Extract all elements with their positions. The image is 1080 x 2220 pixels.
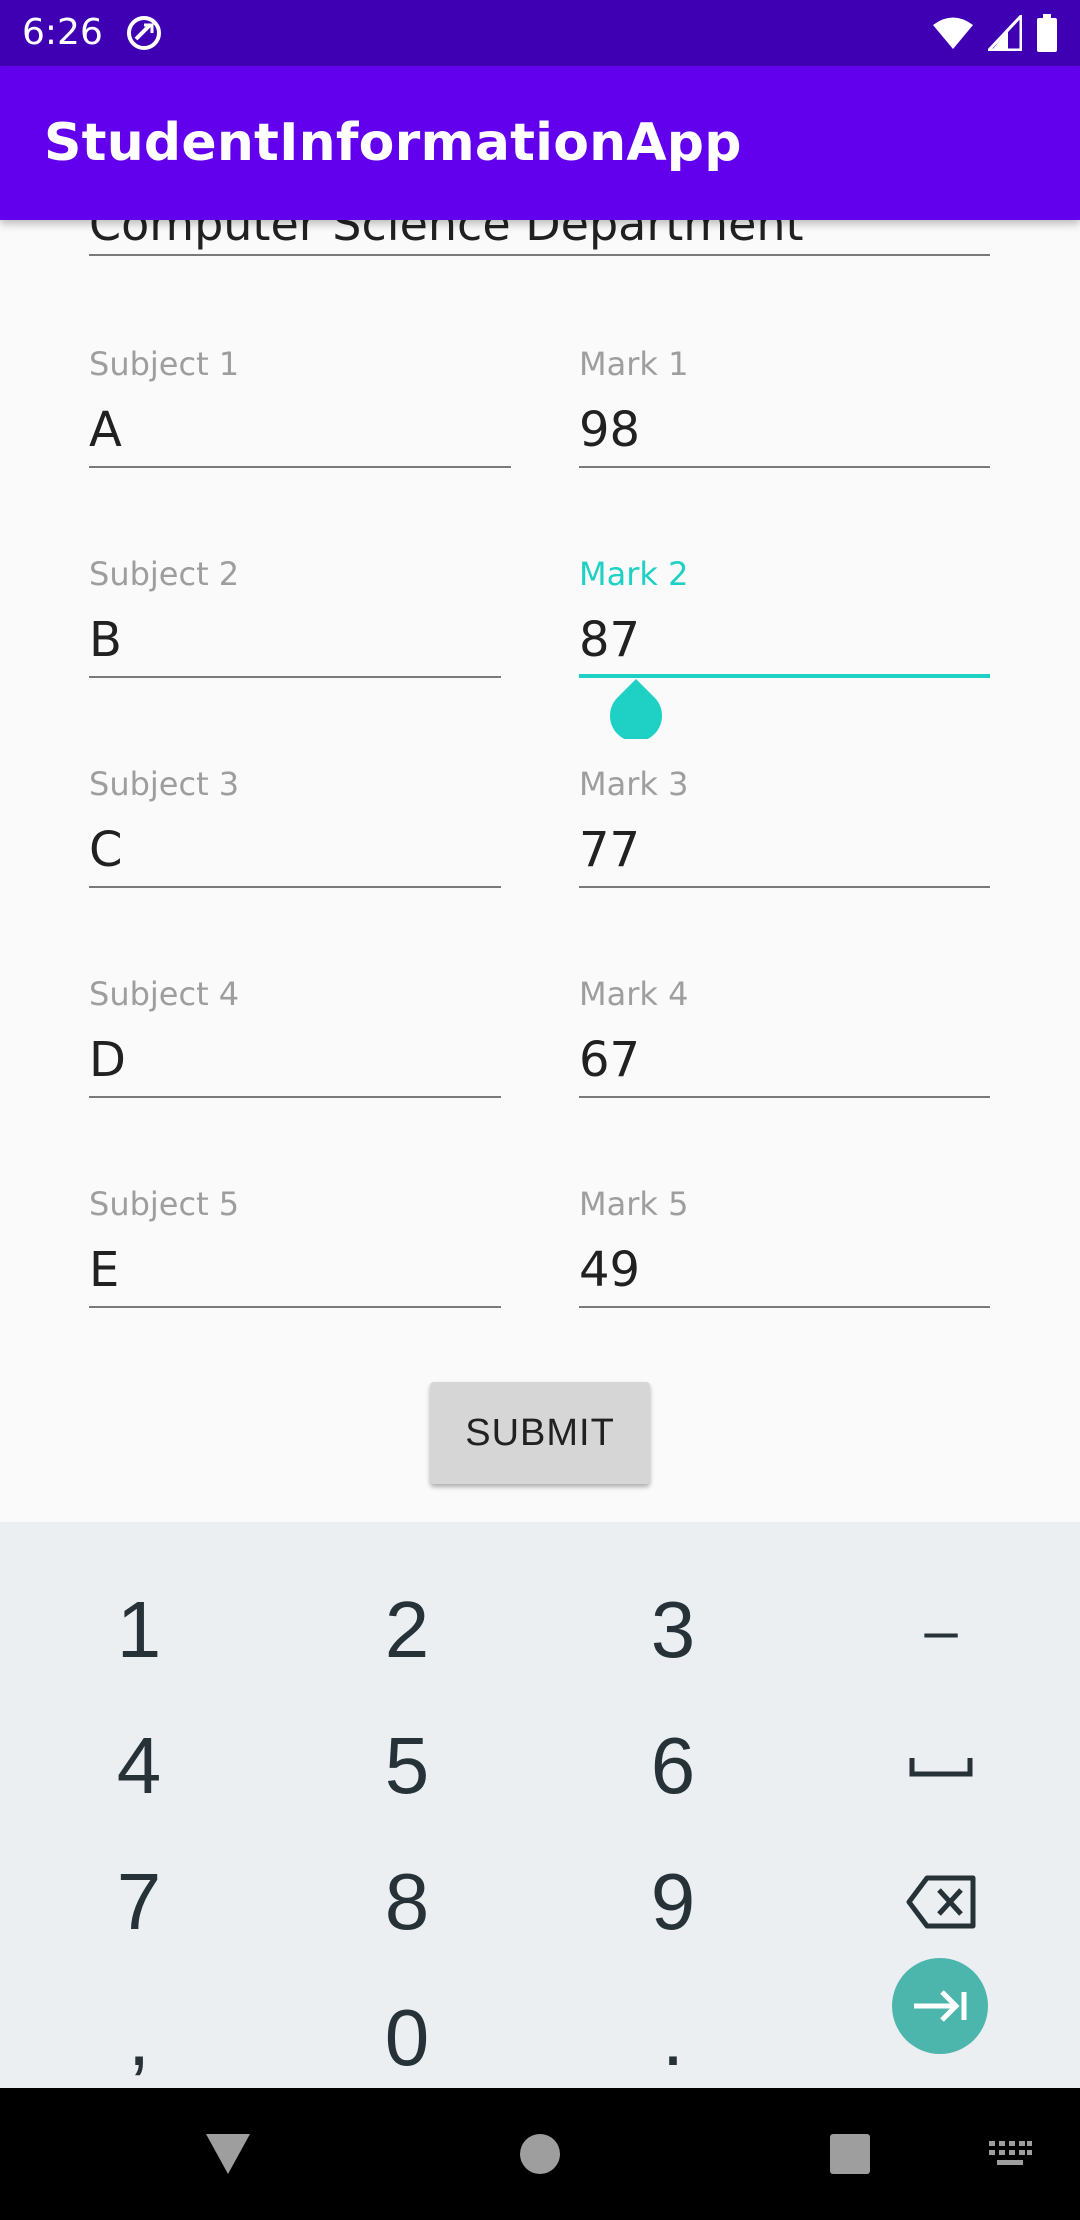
key-2[interactable]: 2 bbox=[272, 1562, 542, 1698]
key-space[interactable] bbox=[806, 1698, 1076, 1834]
mark-3-input[interactable]: 77 bbox=[579, 820, 990, 888]
key-3[interactable]: 3 bbox=[538, 1562, 808, 1698]
navigation-bar bbox=[0, 2088, 1080, 2220]
home-icon bbox=[520, 2134, 560, 2174]
subject-4-label: Subject 4 bbox=[89, 975, 240, 1013]
subject-5-field[interactable]: Subject 5 E bbox=[89, 1184, 501, 1308]
screen: 6:26 StudentInformationApp Computer Scie… bbox=[0, 0, 1080, 2220]
subject-2-field[interactable]: Subject 2 B bbox=[89, 554, 501, 678]
recents-icon bbox=[830, 2134, 870, 2174]
backspace-icon bbox=[906, 1875, 976, 1929]
key-0[interactable]: 0 bbox=[272, 1970, 542, 2106]
key-backspace[interactable] bbox=[806, 1834, 1076, 1970]
space-icon bbox=[909, 1758, 973, 1777]
tab-next-icon bbox=[914, 1990, 967, 2022]
mark-5-field[interactable]: Mark 5 49 bbox=[579, 1184, 990, 1308]
subject-2-input[interactable]: B bbox=[89, 610, 501, 678]
subject-4-input[interactable]: D bbox=[89, 1030, 501, 1098]
mark-1-field[interactable]: Mark 1 98 bbox=[579, 344, 990, 468]
subject-3-input[interactable]: C bbox=[89, 820, 501, 888]
key-9[interactable]: 9 bbox=[538, 1834, 808, 1970]
keyboard-switch-button[interactable] bbox=[980, 2088, 1040, 2220]
subject-5-input[interactable]: E bbox=[89, 1240, 501, 1308]
key-minus[interactable]: – bbox=[806, 1562, 1076, 1698]
app-title: StudentInformationApp bbox=[44, 113, 742, 173]
status-time: 6:26 bbox=[22, 12, 103, 53]
text-cursor-handle[interactable] bbox=[610, 677, 662, 739]
back-icon bbox=[206, 2134, 250, 2174]
department-field[interactable]: Computer Science Department bbox=[89, 220, 990, 256]
mark-2-label: Mark 2 bbox=[579, 555, 689, 593]
key-7[interactable]: 7 bbox=[4, 1834, 274, 1970]
numeric-keyboard: 1 2 3 – 4 5 6 7 8 9 , 0 . bbox=[0, 1522, 1080, 2088]
key-6[interactable]: 6 bbox=[538, 1698, 808, 1834]
status-icons bbox=[932, 12, 1058, 54]
back-button[interactable] bbox=[188, 2088, 268, 2220]
app-bar: StudentInformationApp bbox=[0, 66, 1080, 220]
mark-5-input[interactable]: 49 bbox=[579, 1240, 990, 1308]
sync-icon bbox=[127, 16, 161, 50]
subject-3-field[interactable]: Subject 3 C bbox=[89, 764, 501, 888]
key-4[interactable]: 4 bbox=[4, 1698, 274, 1834]
mark-1-label: Mark 1 bbox=[579, 345, 689, 383]
key-8[interactable]: 8 bbox=[272, 1834, 542, 1970]
subject-4-field[interactable]: Subject 4 D bbox=[89, 974, 501, 1098]
mark-2-input[interactable]: 87 bbox=[579, 610, 990, 678]
mark-3-field[interactable]: Mark 3 77 bbox=[579, 764, 990, 888]
key-1[interactable]: 1 bbox=[4, 1562, 274, 1698]
subject-1-input[interactable]: A bbox=[89, 400, 511, 468]
status-bar: 6:26 bbox=[0, 0, 1080, 66]
recents-button[interactable] bbox=[810, 2088, 890, 2220]
subject-5-label: Subject 5 bbox=[89, 1185, 240, 1223]
subject-1-field[interactable]: Subject 1 A bbox=[89, 344, 511, 468]
subject-2-label: Subject 2 bbox=[89, 555, 240, 593]
key-5[interactable]: 5 bbox=[272, 1698, 542, 1834]
mark-4-input[interactable]: 67 bbox=[579, 1030, 990, 1098]
mark-4-label: Mark 4 bbox=[579, 975, 689, 1013]
wifi-icon bbox=[933, 17, 973, 49]
mark-5-label: Mark 5 bbox=[579, 1185, 689, 1223]
subject-1-label: Subject 1 bbox=[89, 345, 240, 383]
mark-2-field[interactable]: Mark 2 87 bbox=[579, 554, 990, 678]
next-field-button[interactable] bbox=[892, 1958, 988, 2054]
key-period[interactable]: . bbox=[538, 1970, 808, 2106]
form-content[interactable]: Computer Science Department Subject 1 A … bbox=[0, 220, 1080, 1522]
key-comma[interactable]: , bbox=[4, 1970, 274, 2106]
signal-icon bbox=[988, 15, 1022, 51]
subject-3-label: Subject 3 bbox=[89, 765, 240, 803]
submit-button[interactable]: SUBMIT bbox=[430, 1382, 650, 1484]
keyboard-switch-icon bbox=[989, 2141, 1032, 2165]
battery-icon bbox=[1037, 14, 1057, 52]
home-button[interactable] bbox=[500, 2088, 580, 2220]
mark-3-label: Mark 3 bbox=[579, 765, 689, 803]
mark-4-field[interactable]: Mark 4 67 bbox=[579, 974, 990, 1098]
mark-1-input[interactable]: 98 bbox=[579, 400, 990, 468]
